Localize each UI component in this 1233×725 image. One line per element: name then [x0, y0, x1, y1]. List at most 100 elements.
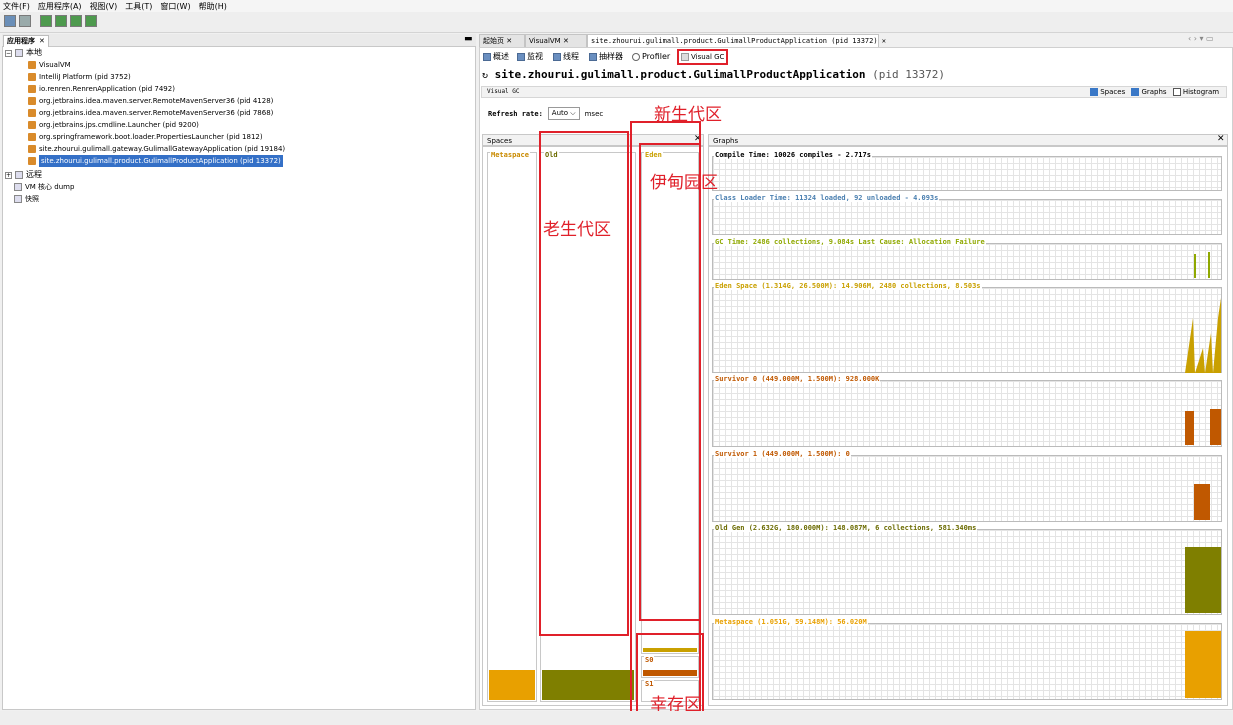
- gc-time-spike: [1208, 252, 1210, 278]
- refresh-rate-row: Refresh rate: Auto ⌵ msec: [488, 107, 603, 120]
- tree-item[interactable]: io.renren.RenrenApplication (pid 7492): [28, 83, 175, 95]
- subtab-visual-gc-label: Visual GC: [691, 53, 725, 61]
- menu-view[interactable]: 视图(V): [90, 1, 118, 12]
- tab-start-page[interactable]: 起始页 ✕: [479, 34, 525, 47]
- tab-start-page-label: 起始页: [483, 37, 504, 45]
- collapse-icon[interactable]: −: [5, 49, 12, 57]
- tree-item-label: IntelliJ Platform (pid 3752): [39, 73, 131, 81]
- tree-item-label: org.springframework.boot.loader.Properti…: [39, 133, 263, 141]
- toolbar: [0, 12, 1233, 33]
- subtab-overview[interactable]: 概述: [483, 51, 509, 63]
- spaces-header-label: Spaces: [487, 137, 512, 145]
- menu-file[interactable]: 文件(F): [3, 1, 30, 12]
- java-app-icon: [28, 121, 36, 129]
- save-icon[interactable]: [19, 15, 31, 27]
- survivor1-graph: [712, 455, 1222, 522]
- close-icon[interactable]: ✕: [563, 37, 569, 45]
- subtab-sampler[interactable]: 抽样器: [589, 51, 623, 63]
- tree-item-selected[interactable]: site.zhourui.gulimall.product.GulimallPr…: [28, 155, 283, 167]
- refresh-rate-select[interactable]: Auto ⌵: [547, 107, 580, 120]
- tree-node-vm-dump[interactable]: VM 核心 dump: [14, 181, 74, 193]
- tab-visualvm-label: VisualVM: [529, 37, 561, 45]
- tab-applications[interactable]: 应用程序 ✕: [3, 35, 49, 47]
- sampler-icon: [589, 53, 597, 61]
- close-icon[interactable]: ✕: [882, 37, 886, 45]
- subtab-sampler-label: 抽样器: [599, 52, 623, 61]
- tree-item[interactable]: VisualVM: [28, 59, 71, 71]
- visualvm-icon: [28, 61, 36, 69]
- tree-node-snapshots[interactable]: 快照: [14, 193, 39, 205]
- menu-help[interactable]: 帮助(H): [199, 1, 227, 12]
- tab-applications-label: 应用程序: [7, 37, 35, 45]
- tree-item-label: org.jetbrains.idea.maven.server.RemoteMa…: [39, 97, 274, 105]
- histogram-checkbox[interactable]: Histogram: [1172, 88, 1219, 96]
- tree-node-local-label: 本地: [26, 48, 42, 57]
- tree-item-label: VisualVM: [39, 61, 71, 69]
- subtab-profiler[interactable]: Profiler: [632, 51, 670, 63]
- app-pid: (pid 13372): [872, 68, 946, 81]
- close-icon[interactable]: ✕: [506, 37, 512, 45]
- menu-tools[interactable]: 工具(T): [125, 1, 152, 12]
- status-bar: [0, 711, 1233, 725]
- tree-item[interactable]: IntelliJ Platform (pid 3752): [28, 71, 131, 83]
- gc-time-spike: [1194, 254, 1196, 278]
- survivor1-label: Survivor 1 (449.000M, 1.500M): 0: [714, 450, 851, 458]
- survivor0-graph: [712, 380, 1222, 447]
- metaspace-graph-label: Metaspace (1.051G, 59.148M): 56.020M: [714, 618, 868, 626]
- metaspace-fill: [489, 670, 535, 700]
- tab-nav-icons[interactable]: ‹ › ▾ ▭: [1188, 34, 1214, 43]
- tree-item-label: org.jetbrains.jps.cmdline.Launcher (pid …: [39, 121, 199, 129]
- refresh-rate-label: Refresh rate:: [488, 109, 543, 118]
- subtab-visual-gc[interactable]: Visual GC: [677, 49, 729, 65]
- subtab-threads[interactable]: 线程: [553, 51, 579, 63]
- gc-time-graph: [712, 243, 1222, 280]
- tree-item[interactable]: org.jetbrains.idea.maven.server.RemoteMa…: [28, 107, 273, 119]
- refresh-rate-value: Auto: [551, 109, 569, 117]
- spaces-checkbox[interactable]: Spaces: [1090, 88, 1125, 96]
- subtab-overview-label: 概述: [493, 52, 509, 61]
- view-options: Spaces Graphs Histogram: [1090, 88, 1219, 96]
- graphs-checkbox[interactable]: Graphs: [1131, 88, 1167, 96]
- young-gen-annotation: 新生代区: [654, 105, 722, 125]
- open-icon[interactable]: [4, 15, 16, 27]
- eden-annotation: 伊甸园区: [650, 173, 718, 193]
- heap-dump-icon[interactable]: [55, 15, 67, 27]
- checkbox-icon: [1172, 88, 1181, 96]
- java-app-icon: [28, 73, 36, 81]
- thread-dump-icon[interactable]: [70, 15, 82, 27]
- snapshot-icon[interactable]: [85, 15, 97, 27]
- tree-node-remote[interactable]: + 远程: [5, 169, 42, 181]
- tree-item[interactable]: org.jetbrains.jps.cmdline.Launcher (pid …: [28, 119, 199, 131]
- minimize-icon[interactable]: ▬: [464, 34, 473, 44]
- tree-node-local[interactable]: − 本地: [5, 47, 42, 59]
- tree-item[interactable]: site.zhourui.gulimall.gateway.GulimallGa…: [28, 143, 285, 155]
- menu-bar: 文件(F) 应用程序(A) 视图(V) 工具(T) 窗口(W) 帮助(H): [0, 0, 1233, 12]
- eden-graph: [712, 287, 1222, 373]
- tree-item-label: io.renren.RenrenApplication (pid 7492): [39, 85, 175, 93]
- java-app-icon: [28, 109, 36, 117]
- graphs-checkbox-label: Graphs: [1141, 88, 1167, 96]
- visual-gc-icon: [681, 53, 689, 61]
- core-dump-icon: [14, 183, 22, 191]
- menu-applications[interactable]: 应用程序(A): [38, 1, 82, 12]
- old-gen-graph: [712, 529, 1222, 615]
- monitor-icon: [517, 53, 525, 61]
- expand-icon[interactable]: +: [5, 171, 12, 179]
- old-gen-bar: [1185, 547, 1221, 613]
- tab-gulimall-product[interactable]: site.zhourui.gulimall.product.GulimallPr…: [587, 34, 886, 47]
- menu-window[interactable]: 窗口(W): [160, 1, 190, 12]
- close-icon[interactable]: ✕: [39, 36, 45, 47]
- tab-visualvm[interactable]: VisualVM ✕: [525, 34, 587, 47]
- tree-item[interactable]: org.jetbrains.idea.maven.server.RemoteMa…: [28, 95, 273, 107]
- check-icon: [1090, 88, 1098, 96]
- subtab-monitor-label: 监视: [527, 52, 543, 61]
- network-icon: [15, 171, 23, 179]
- old-fill: [542, 670, 634, 700]
- eden-sawtooth: [1185, 298, 1221, 373]
- app-name: site.zhourui.gulimall.product.GulimallPr…: [494, 68, 866, 81]
- close-icon[interactable]: ✕: [1217, 134, 1225, 144]
- refresh-spinner-icon: ↻: [482, 70, 489, 81]
- subtab-monitor[interactable]: 监视: [517, 51, 543, 63]
- tree-item[interactable]: org.springframework.boot.loader.Properti…: [28, 131, 263, 143]
- add-jmx-icon[interactable]: [40, 15, 52, 27]
